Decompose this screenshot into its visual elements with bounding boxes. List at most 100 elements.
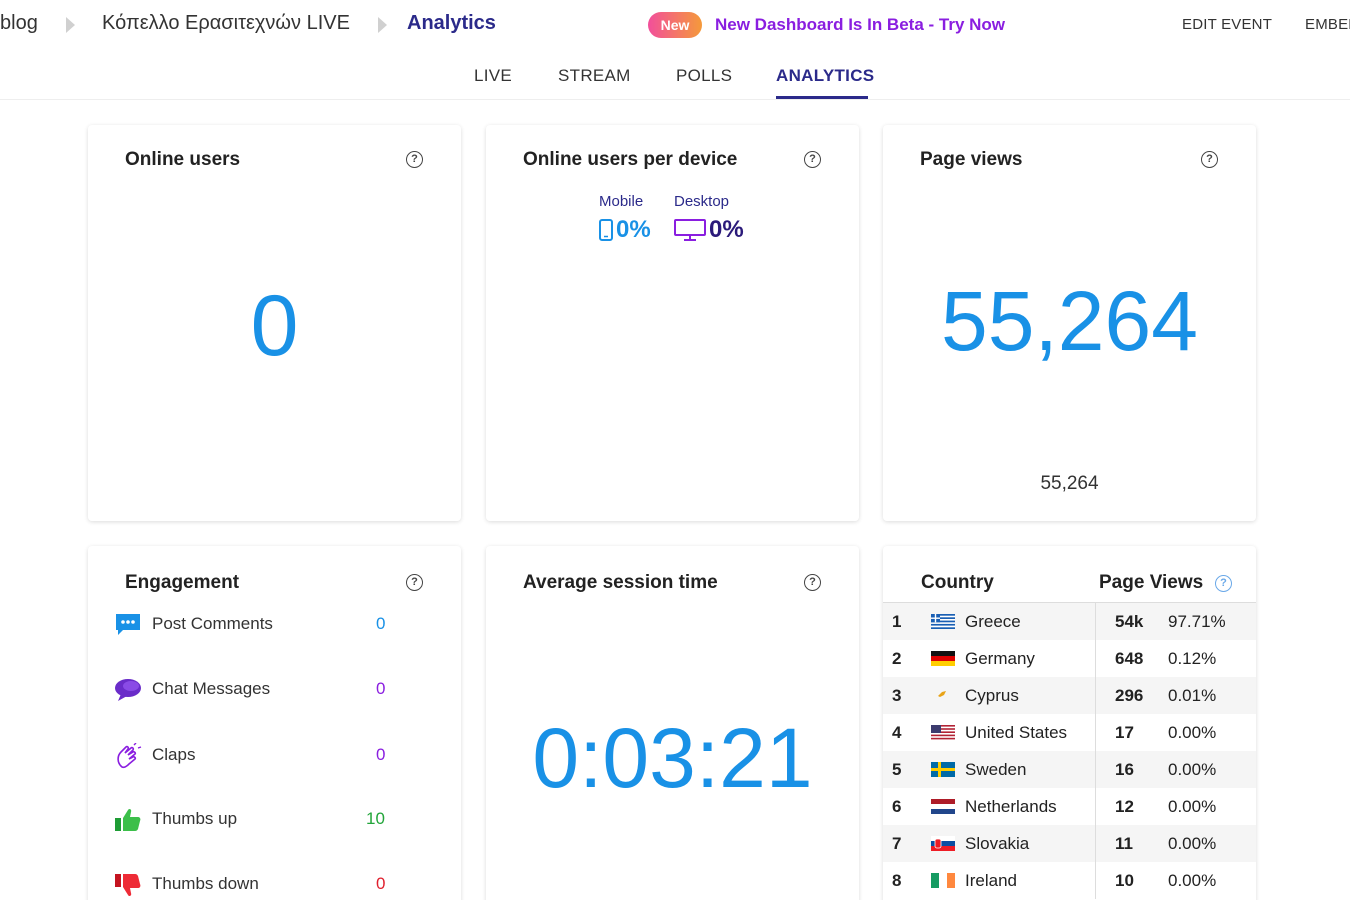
engagement-row-thumbs-down: Thumbs down 0: [114, 870, 394, 900]
new-dashboard-beta-link[interactable]: New Dashboard Is In Beta - Try Now: [715, 15, 1005, 35]
country-name: Greece: [965, 612, 1021, 631]
online-users-title: Online users: [125, 149, 241, 170]
embed-button[interactable]: EMBEE: [1305, 16, 1350, 33]
row-rank: 5: [892, 760, 902, 779]
row-rank: 3: [892, 686, 902, 705]
table-row: 8 Ireland 10 0.00%: [883, 862, 1256, 899]
thumbs-up-icon: [115, 808, 141, 831]
desktop-monitor-icon: [674, 219, 706, 241]
engagement-row-post-comments: Post Comments 0: [114, 610, 394, 640]
country-views: 10: [1115, 871, 1134, 890]
country-views: 54k: [1115, 612, 1144, 631]
help-icon[interactable]: ?: [1201, 151, 1218, 168]
country-views: 648: [1115, 649, 1144, 668]
greece-flag-icon: [931, 614, 955, 629]
online-users-value: 0: [250, 278, 299, 374]
column-divider: [1095, 825, 1096, 862]
engagement-label: Thumbs up: [152, 809, 238, 828]
engagement-value: 0: [376, 614, 386, 633]
country-percent: 0.00%: [1168, 871, 1217, 890]
table-row: 2 Germany 648 0.12%: [883, 640, 1256, 677]
breadcrumb-separator-icon: [378, 17, 387, 33]
chat-bubble-icon: [116, 614, 140, 635]
breadcrumb-event[interactable]: Κόπελλο Ερασιτεχνών LIVE: [102, 12, 350, 35]
column-divider: [1095, 714, 1096, 751]
column-divider: [1095, 788, 1096, 825]
tab-analytics[interactable]: ANALYTICS: [776, 66, 874, 86]
row-rank: 1: [892, 612, 902, 631]
engagement-title: Engagement: [125, 572, 240, 593]
page-views-subvalue: 55,264: [1040, 473, 1099, 494]
table-row: 5 Sweden 16 0.00%: [883, 751, 1256, 788]
help-icon[interactable]: ?: [1215, 575, 1232, 592]
engagement-label: Claps: [152, 745, 196, 764]
table-row: 1 Greece 54k 97.71%: [883, 603, 1256, 640]
engagement-value: 0: [376, 745, 386, 764]
country-percent: 0.00%: [1168, 834, 1217, 853]
germany-flag-icon: [931, 651, 955, 666]
country-percent: 0.00%: [1168, 723, 1217, 742]
ireland-flag-icon: [931, 873, 955, 888]
help-icon[interactable]: ?: [406, 151, 423, 168]
engagement-value: 0: [376, 874, 386, 893]
column-divider: [1095, 862, 1096, 899]
tab-stream[interactable]: STREAM: [558, 66, 631, 86]
tab-live[interactable]: LIVE: [474, 66, 512, 86]
tab-polls[interactable]: POLLS: [676, 66, 732, 86]
engagement-row-chat-messages: Chat Messages 0: [114, 675, 394, 705]
session-title: Average session time: [523, 572, 718, 593]
engagement-value: 0: [376, 679, 386, 698]
engagement-row-claps: Claps 0: [114, 741, 394, 771]
online-users-card: Online users ? 0: [88, 125, 461, 521]
column-divider: [1095, 603, 1096, 640]
country-percent: 0.00%: [1168, 797, 1217, 816]
country-percent: 0.00%: [1168, 760, 1217, 779]
usa-flag-icon: [931, 725, 955, 740]
engagement-value: 10: [366, 809, 385, 828]
help-icon[interactable]: ?: [804, 574, 821, 591]
page-views-title: Page views: [920, 149, 1023, 170]
edit-event-button[interactable]: EDIT EVENT: [1182, 16, 1272, 33]
table-row: 4 United States 17 0.00%: [883, 714, 1256, 751]
desktop-stat: Desktop 0%: [674, 193, 744, 244]
tab-bar: LIVE STREAM POLLS ANALYTICS: [0, 52, 1350, 100]
help-icon[interactable]: ?: [406, 574, 423, 591]
country-name: Sweden: [965, 760, 1027, 779]
slovakia-flag-icon: [931, 836, 955, 851]
country-name: Cyprus: [965, 686, 1019, 705]
device-card-title: Online users per device: [523, 149, 738, 170]
row-rank: 8: [892, 871, 902, 890]
active-tab-indicator: [776, 96, 868, 99]
engagement-row-thumbs-up: Thumbs up 10: [114, 805, 394, 835]
thumbs-down-icon: [115, 874, 141, 897]
page-views-column-header: Page Views: [1099, 572, 1204, 593]
column-divider: [1095, 751, 1096, 788]
mobile-phone-icon: [599, 219, 613, 241]
breadcrumb-blog[interactable]: blog: [0, 12, 38, 35]
country-views: 11: [1115, 834, 1133, 853]
desktop-label: Desktop: [674, 193, 730, 210]
engagement-label: Chat Messages: [152, 679, 271, 698]
average-session-time-card: Average session time ? 0:03:21: [486, 546, 859, 900]
row-rank: 6: [892, 797, 902, 816]
page-views-value: 55,264: [941, 274, 1198, 368]
help-icon[interactable]: ?: [804, 151, 821, 168]
breadcrumb-separator-icon: [66, 17, 75, 33]
table-row: 3 Cyprus 296 0.01%: [883, 677, 1256, 714]
top-bar: blog Κόπελλο Ερασιτεχνών LIVE Analytics …: [0, 0, 1350, 52]
row-rank: 7: [892, 834, 902, 853]
netherlands-flag-icon: [931, 799, 955, 814]
row-rank: 2: [892, 649, 902, 668]
engagement-card: Engagement ? Post Comments 0 Chat Messag…: [88, 546, 461, 900]
mobile-value: 0%: [616, 216, 651, 243]
breadcrumb-analytics: Analytics: [407, 12, 496, 34]
country-views: 12: [1115, 797, 1134, 816]
country-views: 296: [1115, 686, 1144, 705]
online-users-per-device-card: Online users per device ? Mobile 0% Desk…: [486, 125, 859, 521]
country-name: Germany: [965, 649, 1035, 668]
page-views-card: Page views ? 55,264 55,264: [883, 125, 1256, 521]
column-divider: [1095, 677, 1096, 714]
engagement-label: Thumbs down: [152, 874, 259, 893]
country-name: United States: [965, 723, 1068, 742]
sweden-flag-icon: [931, 762, 955, 777]
